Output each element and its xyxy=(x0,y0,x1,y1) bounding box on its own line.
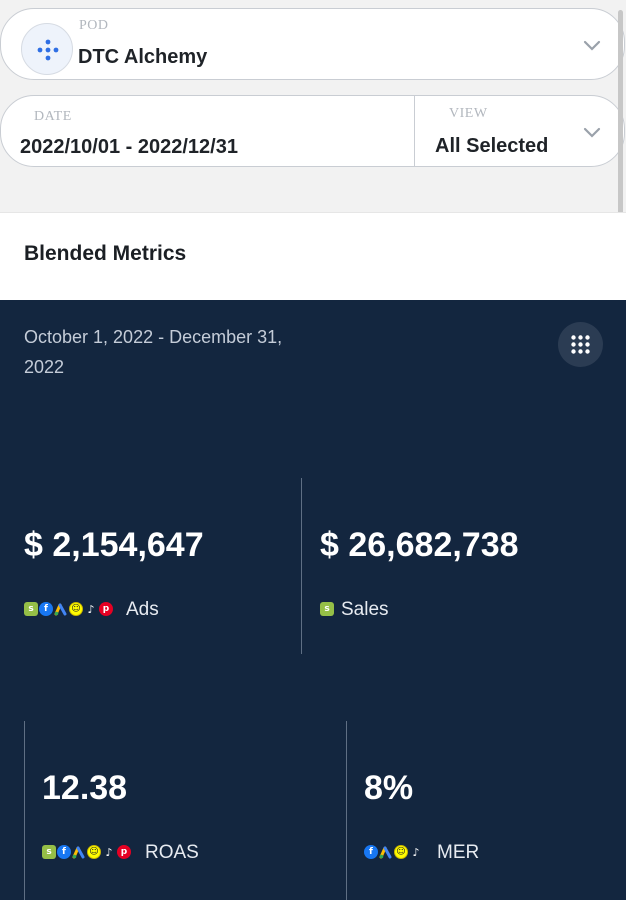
metric-label: Sales xyxy=(341,599,389,620)
metric-label: MER xyxy=(437,842,480,863)
grid-icon xyxy=(571,335,590,354)
metric-divider xyxy=(346,721,347,900)
metric-value: 12.38 xyxy=(42,769,128,807)
tiktok-icon: ♪ xyxy=(105,845,113,859)
metric-value: $ 26,682,738 xyxy=(320,526,519,564)
pinterest-icon: p xyxy=(99,602,113,616)
snapchat-icon: ☺ xyxy=(69,602,83,616)
section-header: Blended Metrics xyxy=(0,212,626,300)
date-range-value[interactable]: 2022/10/01 - 2022/12/31 xyxy=(20,136,238,159)
metric-divider xyxy=(301,478,302,654)
channel-icons: s f ☺ ♪ p xyxy=(42,845,131,859)
grid-menu-button[interactable] xyxy=(558,322,603,367)
shopify-icon: s xyxy=(320,602,334,616)
chevron-down-icon[interactable] xyxy=(583,123,601,141)
panel-date-range: October 1, 2022 - December 31, 2022 xyxy=(24,327,283,377)
shopify-icon: s xyxy=(24,602,38,616)
metrics-panel xyxy=(0,300,626,900)
channel-icons: s f ☺ ♪ p xyxy=(24,602,113,616)
metric-label: Ads xyxy=(126,599,159,620)
snapchat-icon: ☺ xyxy=(87,845,101,859)
pod-label: POD xyxy=(79,18,109,33)
google-ads-icon xyxy=(72,845,86,859)
snapchat-icon: ☺ xyxy=(394,845,408,859)
date-label: DATE xyxy=(34,109,72,124)
filter-divider xyxy=(414,96,415,166)
section-title: Blended Metrics xyxy=(24,242,187,265)
date-view-selector[interactable]: DATE 2022/10/01 - 2022/12/31 VIEW All Se… xyxy=(0,95,625,167)
metric-label: ROAS xyxy=(145,842,199,863)
pod-selector[interactable]: POD DTC Alchemy xyxy=(0,8,625,80)
metric-divider xyxy=(24,721,25,900)
pod-value: DTC Alchemy xyxy=(78,46,208,68)
facebook-icon: f xyxy=(57,845,71,859)
pod-logo-icon xyxy=(21,23,73,75)
chevron-down-icon[interactable] xyxy=(583,36,601,54)
google-ads-icon xyxy=(379,845,393,859)
metric-value: 8% xyxy=(364,769,414,807)
metric-value: $ 2,154,647 xyxy=(24,526,204,564)
view-label: VIEW xyxy=(449,106,488,121)
tiktok-icon: ♪ xyxy=(87,602,95,616)
channel-icons: s xyxy=(320,602,334,616)
facebook-icon: f xyxy=(39,602,53,616)
pinterest-icon: p xyxy=(117,845,131,859)
tiktok-icon: ♪ xyxy=(412,845,420,859)
facebook-icon: f xyxy=(364,845,378,859)
google-ads-icon xyxy=(54,602,68,616)
view-value[interactable]: All Selected xyxy=(435,135,548,158)
shopify-icon: s xyxy=(42,845,56,859)
channel-icons: f ☺ ♪ xyxy=(364,845,423,859)
